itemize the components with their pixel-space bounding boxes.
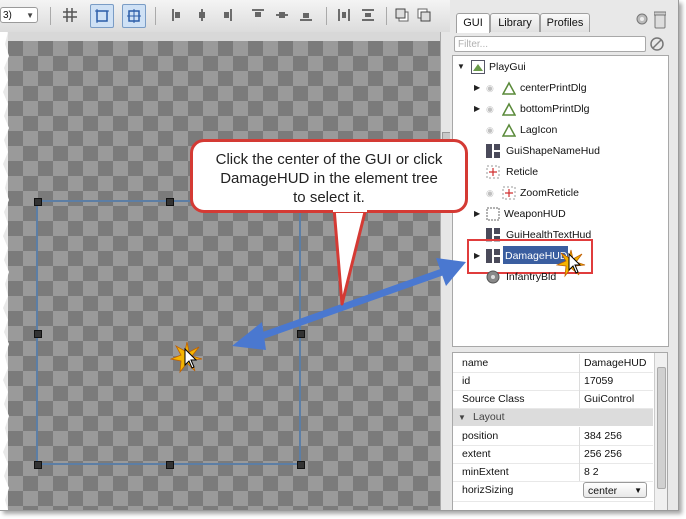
callout-line-2: DamageHUD in the element tree <box>220 170 438 187</box>
callout-bubble: Click the center of the GUI or click Dam… <box>190 139 468 213</box>
callout-line-3: to select it. <box>293 189 365 206</box>
callout-joint <box>333 206 367 212</box>
click-sparkle-icon <box>170 341 203 374</box>
callout-pointer <box>332 208 368 306</box>
callout-line-1: Click the center of the GUI or click <box>215 151 443 168</box>
